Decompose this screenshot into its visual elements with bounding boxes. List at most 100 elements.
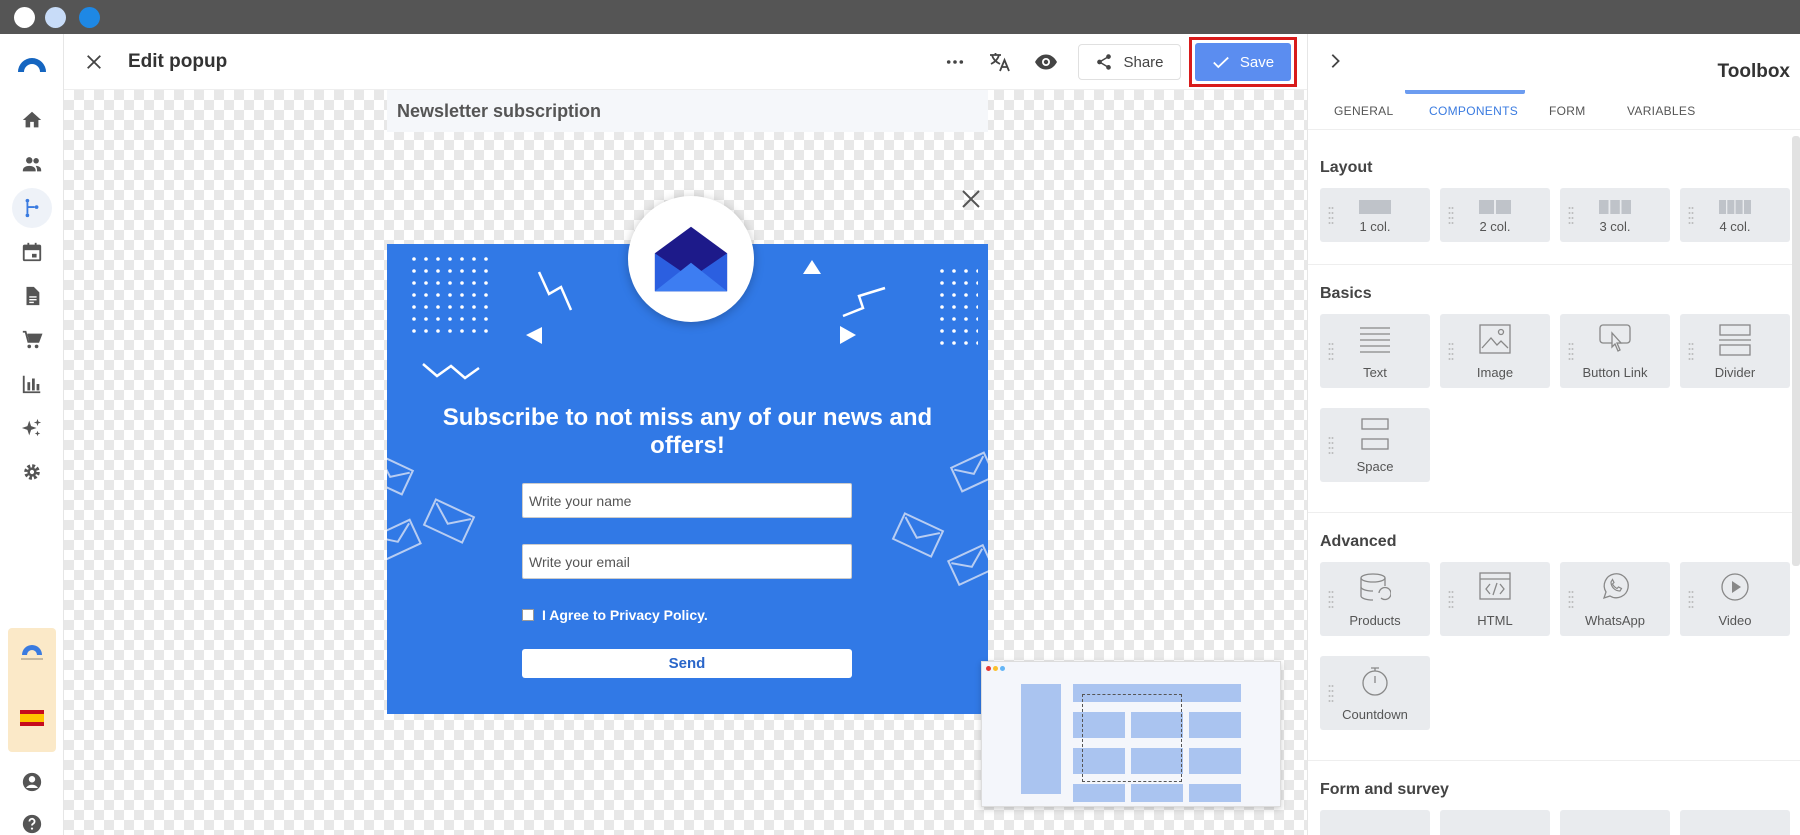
toolbox-panel: Toolbox GENERAL COMPONENTS FORM VARIABLE…	[1307, 34, 1800, 835]
popup-name: Newsletter subscription	[387, 90, 988, 132]
tab-form[interactable]: FORM	[1549, 104, 1586, 118]
section-basics-title: Basics	[1320, 285, 1372, 302]
space-icon	[1361, 418, 1389, 450]
email-input[interactable]	[522, 544, 852, 579]
sparkle-icon[interactable]	[12, 408, 52, 448]
document-icon[interactable]	[12, 276, 52, 316]
popup-close-icon[interactable]	[957, 185, 985, 213]
cart-icon[interactable]	[12, 320, 52, 360]
video-play-icon	[1721, 573, 1749, 601]
drag-handle-icon	[1688, 207, 1694, 224]
tile-label: 3 col.	[1599, 219, 1631, 234]
section-form-survey-title: Form and survey	[1320, 781, 1449, 798]
toolbox-scrollbar[interactable]	[1792, 136, 1800, 566]
tile-button-link[interactable]: Button Link	[1560, 314, 1670, 388]
tile-label: 1 col.	[1359, 219, 1391, 234]
privacy-label: I Agree to Privacy Policy.	[542, 607, 708, 623]
tab-general[interactable]: GENERAL	[1334, 104, 1393, 118]
user-icon[interactable]	[12, 762, 52, 802]
tile-3-col[interactable]: 3 col.	[1560, 188, 1670, 242]
tab-variables[interactable]: VARIABLES	[1627, 104, 1696, 118]
settings-icon[interactable]	[12, 452, 52, 492]
window-close-dot[interactable]	[14, 7, 35, 28]
drag-handle-icon	[1328, 343, 1334, 360]
automation-icon[interactable]	[12, 188, 52, 228]
share-label: Share	[1123, 53, 1164, 71]
window-maximize-dot[interactable]	[79, 7, 100, 28]
two-column-icon	[1479, 200, 1511, 214]
tile-form-item[interactable]	[1320, 810, 1430, 835]
save-label: Save	[1239, 53, 1275, 71]
one-column-icon	[1359, 200, 1391, 214]
tile-text[interactable]: Text	[1320, 314, 1430, 388]
popup-heading: Subscribe to not miss any of our news an…	[442, 404, 933, 459]
image-icon	[1479, 324, 1511, 354]
reports-icon[interactable]	[12, 364, 52, 404]
editor-canvas[interactable]: Newsletter subscription Subscribe to not…	[64, 90, 1307, 835]
tile-label: Text	[1363, 365, 1387, 380]
tile-label: Video	[1718, 613, 1752, 628]
home-icon[interactable]	[12, 100, 52, 140]
tile-label: Divider	[1714, 365, 1756, 380]
page-title: Edit popup	[128, 51, 228, 72]
calendar-icon[interactable]	[12, 232, 52, 272]
more-options-icon[interactable]	[941, 48, 969, 76]
tile-label: HTML	[1477, 613, 1513, 628]
tile-form-item[interactable]	[1560, 810, 1670, 835]
brand-logo[interactable]	[12, 44, 52, 84]
tile-1-col[interactable]: 1 col.	[1320, 188, 1430, 242]
send-button[interactable]: Send	[522, 649, 852, 678]
drag-handle-icon	[1688, 343, 1694, 360]
privacy-agreement[interactable]: I Agree to Privacy Policy.	[522, 607, 708, 623]
drag-handle-icon	[1328, 685, 1334, 702]
drag-handle-icon	[1568, 343, 1574, 360]
whatsapp-icon	[1602, 573, 1629, 600]
share-button[interactable]: Share	[1078, 44, 1181, 80]
save-highlight: Save	[1189, 37, 1297, 87]
envelope-badge	[628, 196, 754, 322]
share-icon	[1097, 54, 1112, 70]
tab-components[interactable]: COMPONENTS	[1429, 104, 1518, 118]
tile-2-col[interactable]: 2 col.	[1440, 188, 1550, 242]
tile-space[interactable]: Space	[1320, 408, 1430, 482]
spain-flag-icon[interactable]	[20, 710, 44, 726]
translate-icon[interactable]	[986, 48, 1014, 76]
tile-label: Products	[1349, 613, 1401, 628]
tile-image[interactable]: Image	[1440, 314, 1550, 388]
editor-header: Edit popup Share Save	[64, 34, 1307, 90]
help-icon[interactable]	[12, 804, 52, 835]
window-titlebar	[0, 0, 1800, 34]
window-minimize-dot[interactable]	[45, 7, 66, 28]
text-lines-icon	[1360, 327, 1390, 353]
drag-handle-icon	[1328, 591, 1334, 608]
tile-video[interactable]: Video	[1680, 562, 1790, 636]
tile-html[interactable]: HTML	[1440, 562, 1550, 636]
tile-4-col[interactable]: 4 col.	[1680, 188, 1790, 242]
tile-label: Button Link	[1582, 365, 1648, 380]
drag-handle-icon	[1328, 437, 1334, 454]
collapse-chevron-icon[interactable]	[1326, 52, 1346, 72]
promo-box[interactable]	[8, 628, 56, 752]
drag-handle-icon	[1688, 591, 1694, 608]
tile-divider[interactable]: Divider	[1680, 314, 1790, 388]
section-layout-title: Layout	[1320, 159, 1373, 176]
drag-handle-icon	[1568, 591, 1574, 608]
products-database-icon	[1360, 573, 1391, 601]
close-icon[interactable]	[80, 48, 108, 76]
save-button[interactable]: Save	[1195, 43, 1291, 81]
tile-countdown[interactable]: Countdown	[1320, 656, 1430, 730]
tile-label: WhatsApp	[1585, 613, 1645, 628]
drag-handle-icon	[1448, 343, 1454, 360]
html-code-icon	[1479, 572, 1511, 600]
tile-products[interactable]: Products	[1320, 562, 1430, 636]
layout-preview-thumbnail[interactable]	[981, 661, 1281, 807]
preview-eye-icon[interactable]	[1032, 48, 1060, 76]
privacy-checkbox[interactable]	[522, 609, 534, 621]
tile-label: Image	[1476, 365, 1514, 380]
tile-form-item[interactable]	[1440, 810, 1550, 835]
tile-whatsapp[interactable]: WhatsApp	[1560, 562, 1670, 636]
contacts-icon[interactable]	[12, 144, 52, 184]
drag-handle-icon	[1568, 207, 1574, 224]
tile-form-item[interactable]	[1680, 810, 1790, 835]
name-input[interactable]	[522, 483, 852, 518]
